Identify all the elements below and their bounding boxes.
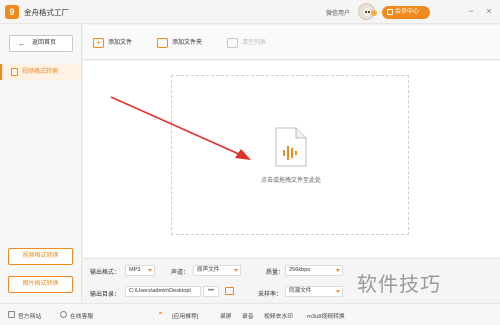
website-icon	[8, 311, 15, 318]
add-folder-button[interactable]: 添加文件夹	[157, 36, 202, 50]
main-panel: 点击或拖拽文件至此处	[83, 61, 500, 257]
member-center-button[interactable]: 会员中心	[382, 6, 430, 19]
drop-hint-text: 点击或拖拽文件至此处	[260, 178, 321, 184]
chevron-down-icon	[336, 269, 340, 272]
channel-value: 原声文件	[197, 267, 220, 273]
add-file-label: 添加文件	[108, 40, 133, 46]
audio-file-icon[interactable]	[273, 127, 307, 167]
quality-value: 256kbps	[289, 267, 311, 273]
user-name[interactable]: 微信用户	[326, 8, 350, 17]
chevron-down-icon	[234, 269, 238, 272]
sample-rate-select[interactable]: 同源文件	[285, 286, 343, 297]
back-home-button[interactable]: ← 返回首页	[9, 35, 73, 52]
trash-icon	[227, 38, 238, 48]
back-home-label: 返回首页	[32, 40, 57, 46]
sidebar-item-label: 视频格式转换	[22, 69, 59, 75]
audio-record-link[interactable]: 录音	[242, 311, 254, 320]
clear-list-button[interactable]: 清空列表	[227, 36, 266, 50]
quality-select[interactable]: 256kbps	[285, 265, 343, 276]
channel-label: 声道：	[171, 270, 190, 276]
video-format-convert-button[interactable]: 视频格式转换	[8, 248, 73, 265]
output-dir-label: 输出目录：	[90, 292, 121, 298]
browse-button[interactable]: •••	[203, 286, 219, 297]
screen-record-link[interactable]: 录屏	[220, 311, 232, 320]
app-recommend-link[interactable]: [应用推荐]	[172, 311, 198, 320]
online-support-link[interactable]: 在线客服	[70, 311, 93, 320]
link-icon: ⚭	[158, 311, 163, 317]
quality-label: 质量：	[266, 270, 285, 276]
clear-list-label: 清空列表	[242, 40, 267, 46]
output-format-label: 输出格式：	[90, 270, 121, 276]
official-website-link[interactable]: 官方网站	[18, 311, 41, 320]
chevron-down-icon	[336, 290, 340, 293]
folder-icon	[157, 38, 168, 48]
close-icon[interactable]: ×	[482, 4, 496, 18]
avatar-eye-icon	[365, 11, 367, 13]
status-bar: 官方网站 在线客服 ⚭ [应用推荐] 录屏 录音 视频去水印 m3u8视频转换	[0, 303, 500, 325]
sidebar: ← 返回首页 视频格式转换 视频格式转换 图片格式转换	[0, 25, 82, 302]
sample-rate-value: 同源文件	[289, 288, 312, 294]
video-watermark-link[interactable]: 视频去水印	[264, 311, 293, 320]
active-indicator	[0, 64, 2, 80]
headset-icon	[60, 311, 67, 318]
member-icon	[387, 9, 393, 15]
member-center-label: 会员中心	[395, 9, 420, 15]
output-dir-input[interactable]: C:\Users\admin\Desktop\	[125, 286, 201, 297]
output-format-value: MP3	[129, 267, 141, 273]
avatar-eye-icon	[368, 11, 370, 13]
video-file-icon	[11, 68, 18, 76]
chevron-down-icon	[148, 269, 152, 272]
watermark-text: 软件技巧	[357, 272, 441, 296]
m3u8-convert-link[interactable]: m3u8视频转换	[307, 311, 345, 320]
add-folder-label: 添加文件夹	[172, 40, 203, 46]
back-arrow-icon: ←	[18, 39, 26, 48]
image-format-convert-button[interactable]: 图片格式转换	[8, 276, 73, 293]
app-title: 金舟格式工厂	[24, 8, 69, 17]
add-file-button[interactable]: + 添加文件	[93, 36, 132, 50]
sidebar-item-video-convert[interactable]: 视频格式转换	[0, 64, 81, 80]
output-format-select[interactable]: MP3	[125, 265, 155, 276]
minimize-icon[interactable]: −	[464, 4, 478, 18]
toolbar: + 添加文件 添加文件夹 清空列表	[83, 25, 500, 60]
vip-badge-icon	[371, 10, 377, 16]
open-folder-icon[interactable]	[225, 287, 234, 295]
plus-icon: +	[93, 38, 104, 48]
sample-rate-label: 采样率：	[258, 292, 283, 298]
app-logo-icon: 9	[5, 5, 19, 19]
channel-select[interactable]: 原声文件	[193, 265, 241, 276]
title-bar: 9 金舟格式工厂 微信用户 会员中心 − ×	[0, 0, 500, 24]
